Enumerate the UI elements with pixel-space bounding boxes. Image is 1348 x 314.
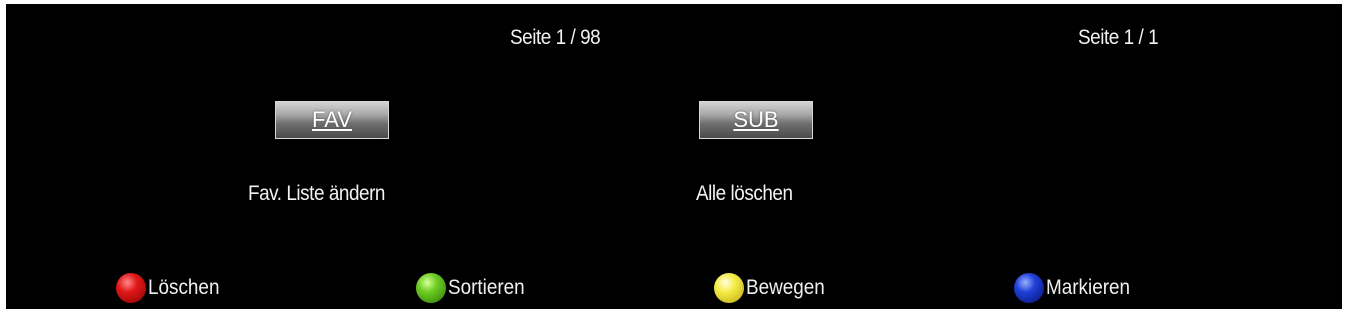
legend-label: Sortieren bbox=[448, 276, 525, 299]
green-circle-icon bbox=[416, 273, 446, 303]
legend-item-bewegen[interactable]: Bewegen bbox=[714, 272, 834, 304]
yellow-circle-icon bbox=[714, 273, 744, 303]
legend-item-loeschen[interactable]: Löschen bbox=[116, 272, 227, 304]
page-indicator-right: Seite 1 / 1 bbox=[1078, 26, 1159, 49]
sub-button[interactable]: SUB bbox=[699, 101, 813, 139]
fav-button-description: Fav. Liste ändern bbox=[248, 182, 385, 205]
legend-label: Löschen bbox=[148, 276, 220, 299]
fav-button[interactable]: FAV bbox=[275, 101, 389, 139]
blue-circle-icon bbox=[1014, 273, 1044, 303]
red-circle-icon bbox=[116, 273, 146, 303]
legend-item-sortieren[interactable]: Sortieren bbox=[416, 272, 533, 304]
page-indicator-left: Seite 1 / 98 bbox=[510, 26, 601, 49]
legend-label: Markieren bbox=[1046, 276, 1131, 299]
legend-label: Bewegen bbox=[746, 276, 825, 299]
sub-button-description: Alle löschen bbox=[696, 182, 793, 205]
legend-item-markieren[interactable]: Markieren bbox=[1014, 272, 1139, 304]
tv-menu-screen: Seite 1 / 98 Seite 1 / 1 FAV SUB Fav. Li… bbox=[6, 4, 1342, 309]
